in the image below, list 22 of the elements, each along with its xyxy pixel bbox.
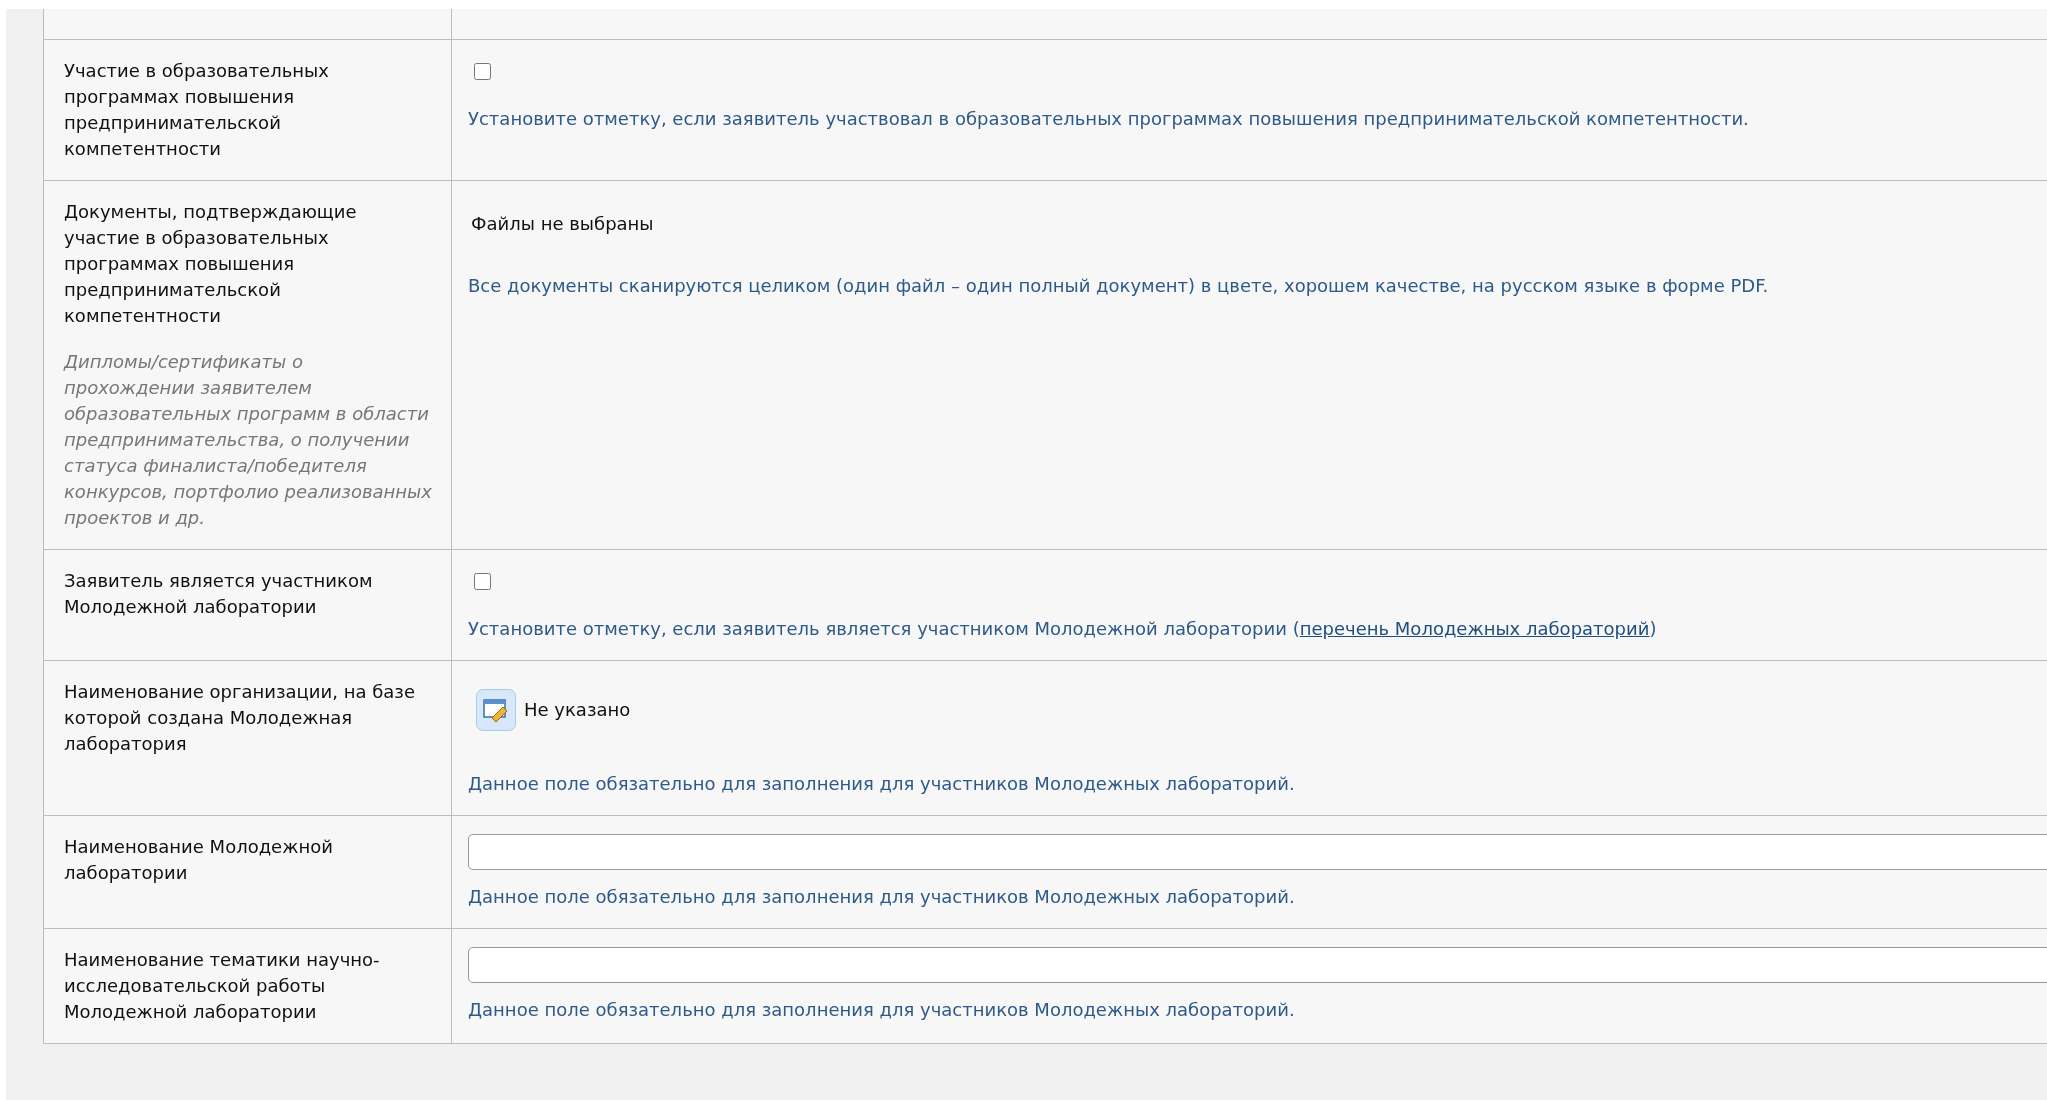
picker-value: Не указано — [524, 698, 631, 722]
hint-text: Данное поле обязательно для заполнения для участников Молодежных лабораторий. — [468, 885, 1295, 909]
field-label: Наименование Молодежной лаборатории — [64, 835, 334, 885]
edit-button[interactable] — [476, 689, 516, 731]
field-label: Наименование тематики научно-исследовательской работы Молодежной лаборатории — [64, 948, 381, 1024]
field-label: Заявитель является участником Молодежной лаборатории — [64, 569, 374, 619]
hint-text: Данное поле обязательно для заполнения для участников Молодежных лабораторий. — [468, 772, 1295, 796]
input-field[interactable] — [468, 834, 2047, 870]
hint-text: Все документы сканируются целиком (один файл – один полный документ) в цвете, хорошем качестве, на русском языке в форме PDF. — [468, 274, 1770, 298]
field-label: Участие в образовательных программах повышения предпринимательской компетентности — [64, 59, 330, 161]
hint-text: Установите отметку, если заявитель является участником Молодежной лаборатории (перечень Молодежных лабораторий) — [468, 617, 1657, 641]
hint-text: Установите отметку, если заявитель участвовал в образовательных программах повышения предпринимательской компетентности. — [468, 107, 1749, 131]
window-pencil-icon — [483, 698, 509, 722]
checkbox[interactable] — [474, 573, 491, 590]
file-status: Файлы не выбраны — [471, 212, 654, 236]
hint-text: Данное поле обязательно для заполнения для участников Молодежных лабораторий. — [468, 998, 1295, 1022]
link[interactable]: перечень Молодежных лабораторий — [1299, 618, 1650, 639]
input-field[interactable] — [468, 947, 2047, 983]
checkbox[interactable] — [474, 63, 491, 80]
field-note: Дипломы/сертификаты о прохождении заявителем образовательных программ в области предпринимательства, о получении статуса финалиста/победителя конкурсов, портфолио реализованных проектов и др. — [64, 350, 433, 530]
field-label: Документы, подтверждающие участие в образовательных программах повышения предпринимательской компетентности — [64, 200, 358, 328]
field-label: Наименование организации, на базе которой создана Молодежная лаборатория — [64, 680, 416, 756]
